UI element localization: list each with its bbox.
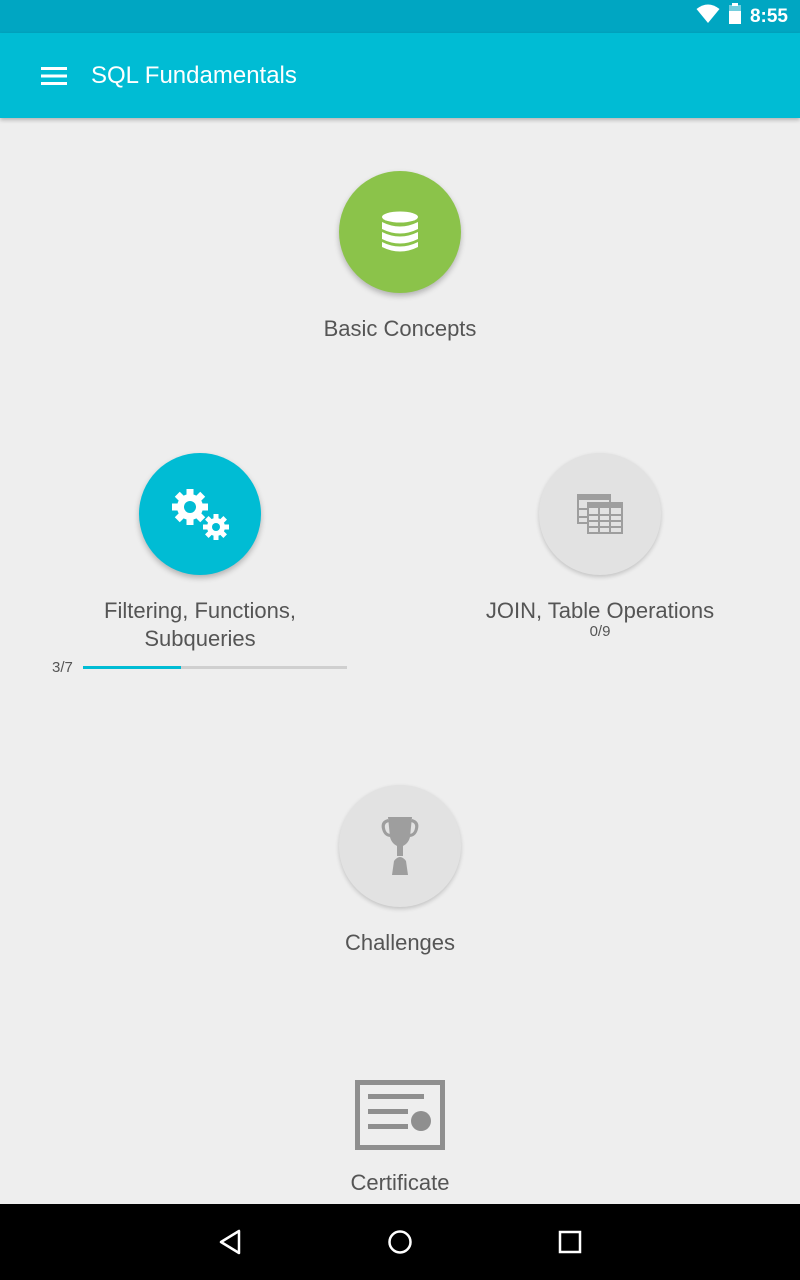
database-icon (382, 211, 418, 252)
certificate[interactable]: Certificate (300, 1080, 500, 1196)
module-basic-concepts[interactable]: Basic Concepts (250, 171, 550, 343)
home-icon (388, 1230, 412, 1254)
recents-icon (558, 1230, 582, 1254)
certificate-label: Certificate (350, 1170, 450, 1195)
certificate-icon (355, 1080, 445, 1150)
trophy-icon (381, 817, 419, 875)
module-label: Filtering, Functions, Subqueries (104, 597, 296, 653)
app-title: SQL Fundamentals (91, 62, 297, 89)
module-challenges-button[interactable] (339, 785, 461, 907)
table-icon (577, 494, 623, 534)
nav-back-button[interactable] (200, 1222, 260, 1262)
module-challenges[interactable]: Challenges (250, 785, 550, 957)
status-bar: 8:55 (0, 0, 800, 33)
module-progress: 3/7 (52, 658, 352, 678)
module-label: JOIN, Table Operations (485, 598, 715, 623)
progress-fill (83, 666, 182, 669)
module-label: Challenges (344, 930, 456, 955)
battery-icon (728, 3, 742, 30)
hamburger-menu-icon (41, 67, 67, 85)
wifi-icon (696, 4, 720, 29)
module-filtering-functions[interactable]: Filtering, Functions, Subqueries (50, 453, 350, 653)
module-label-line: Filtering, Functions, (104, 598, 296, 623)
nav-recents-button[interactable] (540, 1222, 600, 1262)
module-join-table-operations[interactable]: JOIN, Table Operations 0/9 (450, 453, 750, 640)
menu-button[interactable] (28, 53, 80, 99)
module-label: Basic Concepts (323, 316, 477, 341)
progress-count: 3/7 (52, 659, 73, 676)
module-filtering-button[interactable] (139, 453, 261, 575)
status-icons: 8:55 (696, 0, 788, 33)
nav-home-button[interactable] (370, 1222, 430, 1262)
progress-count: 0/9 (589, 623, 611, 640)
module-label-line: Subqueries (144, 626, 256, 651)
module-basic-concepts-button[interactable] (339, 171, 461, 293)
system-nav-bar (0, 1204, 800, 1280)
app-bar: SQL Fundamentals (0, 33, 800, 118)
status-time: 8:55 (749, 5, 788, 27)
gears-icon (172, 489, 229, 540)
back-icon (219, 1229, 241, 1255)
module-join-button[interactable] (539, 453, 661, 575)
progress-track (83, 666, 347, 669)
